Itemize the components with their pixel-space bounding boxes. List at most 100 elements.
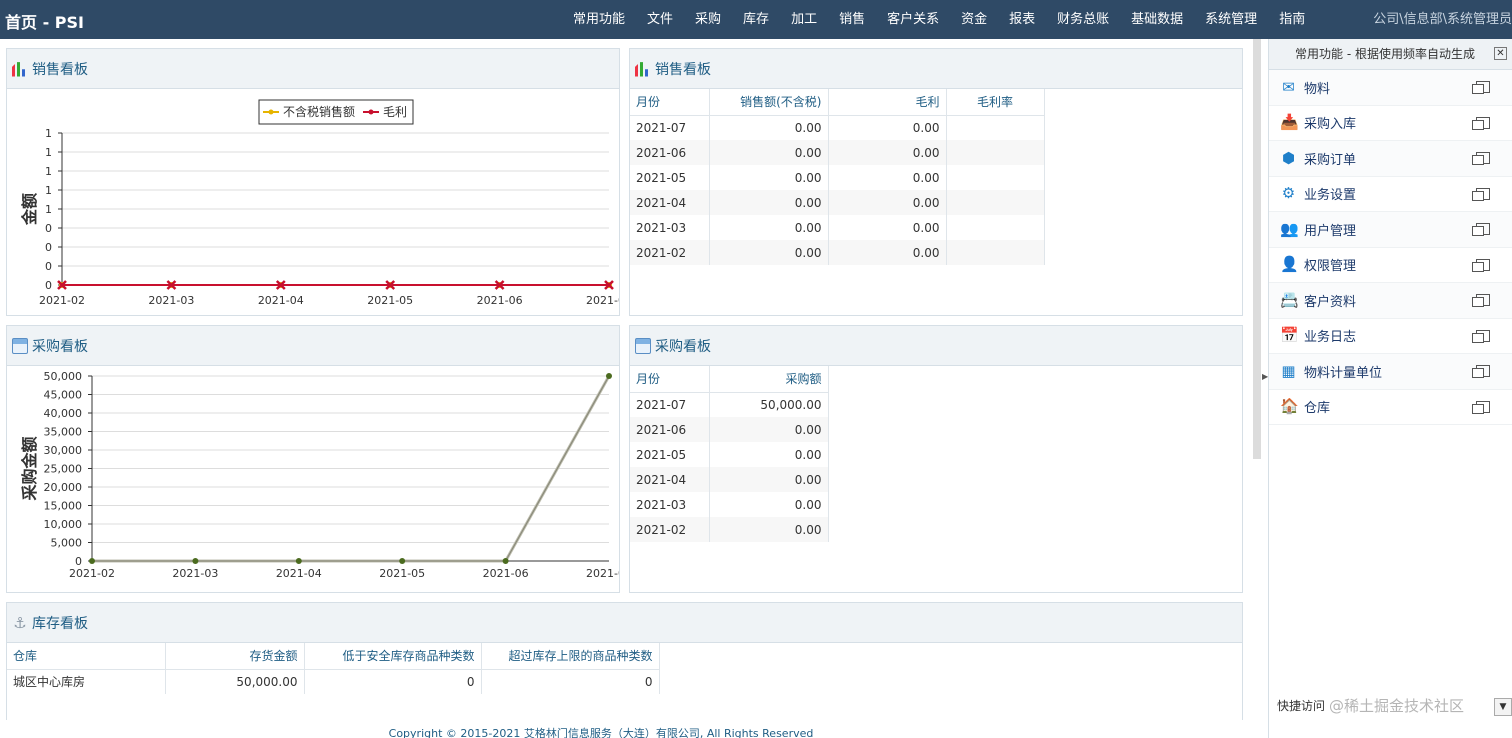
- sidebar-item[interactable]: ⚙ 业务设置: [1269, 177, 1512, 212]
- column-header[interactable]: 毛利: [828, 89, 947, 116]
- table-row[interactable]: 2021-03 0.00: [630, 492, 829, 517]
- quick-access-dropdown[interactable]: ▼: [1494, 698, 1512, 716]
- table-row[interactable]: 2021-02 0.00 0.00: [630, 240, 1045, 265]
- x-tick-label: 2021-03: [172, 567, 218, 580]
- sidebar-item[interactable]: ▦ 物料计量单位: [1269, 354, 1512, 390]
- sidebar-item[interactable]: 📅 业务日志: [1269, 319, 1512, 354]
- open-window-icon[interactable]: [1472, 81, 1490, 94]
- envelope-icon: ✉: [1282, 77, 1295, 96]
- sidebar-item[interactable]: 📇 客户资料: [1269, 283, 1512, 319]
- x-tick-label: 2021-07: [586, 567, 619, 580]
- table-row[interactable]: 2021-06 0.00: [630, 417, 829, 442]
- frequent-functions-sidebar: 常用功能 - 根据使用频率自动生成 ✕ ✉ 物料 📥 采购入库 ⬢ 采购订单 ⚙ 业务设置 👥 用…: [1268, 39, 1512, 738]
- menu-item[interactable]: 指南: [1268, 0, 1316, 39]
- table-row[interactable]: 2021-06 0.00 0.00: [630, 140, 1045, 165]
- panel-title: 销售看板: [32, 61, 88, 78]
- column-header[interactable]: 超过库存上限的商品种类数: [481, 643, 660, 670]
- open-window-icon[interactable]: [1472, 329, 1490, 343]
- menu-item[interactable]: 加工: [780, 0, 828, 39]
- open-window-icon[interactable]: [1472, 116, 1490, 130]
- column-header[interactable]: 采购额: [709, 366, 829, 393]
- y-tick-label: 1: [45, 146, 52, 159]
- table-row[interactable]: 2021-05 0.00: [630, 442, 829, 467]
- x-tick-label: 2021-07: [586, 294, 619, 307]
- table-cell: 0.00: [709, 165, 829, 190]
- legend-label: 不含税销售额: [283, 104, 355, 119]
- sidebar-item[interactable]: ✉ 物料: [1269, 70, 1512, 106]
- panel-header: 销售看板: [630, 49, 1242, 89]
- table-row[interactable]: 2021-07 50,000.00: [630, 392, 829, 417]
- x-tick-label: 2021-05: [379, 567, 425, 580]
- open-window-icon[interactable]: [1472, 365, 1490, 378]
- purchase-line-chart: 05,00010,00015,00020,00025,00030,00035,0…: [20, 370, 619, 580]
- table-cell: [946, 115, 1045, 140]
- menu-item[interactable]: 客户关系: [876, 0, 950, 39]
- table-cell: 2021-07: [630, 115, 710, 140]
- column-header[interactable]: 毛利率: [946, 89, 1045, 116]
- y-tick-label: 0: [45, 241, 52, 254]
- table-cell: 0.00: [709, 190, 829, 215]
- sidebar-item[interactable]: 👤 权限管理: [1269, 248, 1512, 283]
- table-cell: 2021-04: [630, 467, 710, 492]
- table-row[interactable]: 2021-04 0.00 0.00: [630, 190, 1045, 215]
- menu-item[interactable]: 采购: [684, 0, 732, 39]
- menu-item[interactable]: 库存: [732, 0, 780, 39]
- y-tick-label: 15,000: [44, 500, 83, 513]
- open-window-icon[interactable]: [1472, 223, 1490, 236]
- table-cell: [946, 190, 1045, 215]
- table-cell: 2021-05: [630, 165, 710, 190]
- column-header[interactable]: 销售额(不含税): [709, 89, 829, 116]
- sidebar-title: 常用功能 - 根据使用频率自动生成: [1295, 47, 1475, 61]
- table-row[interactable]: 2021-03 0.00 0.00: [630, 215, 1045, 240]
- purchase-table: 月份 采购额 2021-07 50,000.00 2021-06 0.00 2021-05…: [630, 366, 829, 542]
- y-axis-label: 采购金额: [20, 436, 39, 501]
- menu-item[interactable]: 文件: [636, 0, 684, 39]
- x-tick-label: 2021-04: [276, 567, 322, 580]
- table-row[interactable]: 2021-02 0.00: [630, 517, 829, 542]
- table-cell: 0.00: [709, 467, 829, 492]
- sidebar-item[interactable]: 📥 采购入库: [1269, 106, 1512, 141]
- menu-item[interactable]: 常用功能: [562, 0, 636, 39]
- column-header[interactable]: 低于安全库存商品种类数: [304, 643, 482, 670]
- x-tick-label: 2021-06: [477, 294, 523, 307]
- close-icon[interactable]: ✕: [1494, 47, 1507, 60]
- menu-item[interactable]: 系统管理: [1194, 0, 1268, 39]
- purchase-table-panel: 采购看板 月份 采购额 2021-07 50,000.00 2021-06 0.00 20…: [629, 325, 1243, 593]
- column-header[interactable]: 存货金额: [165, 643, 305, 670]
- chart-legend: 不含税销售额 毛利: [258, 99, 414, 125]
- data-point: [192, 558, 199, 564]
- y-tick-label: 0: [45, 279, 52, 292]
- open-window-icon[interactable]: [1472, 258, 1490, 272]
- sales-table: 月份 销售额(不含税) 毛利 毛利率 2021-07 0.00 0.00 2021-06 0.…: [630, 89, 1045, 265]
- open-window-icon[interactable]: [1472, 400, 1490, 414]
- column-header[interactable]: 月份: [630, 366, 710, 393]
- menu-item[interactable]: 基础数据: [1120, 0, 1194, 39]
- panel-header: ⚓ 库存看板: [7, 603, 1242, 643]
- menu-item[interactable]: 资金: [950, 0, 998, 39]
- column-header[interactable]: 仓库: [7, 643, 166, 670]
- sidebar-item[interactable]: ⬢ 采购订单: [1269, 141, 1512, 177]
- column-header[interactable]: 月份: [630, 89, 710, 116]
- table-cell: 2021-02: [630, 240, 710, 265]
- y-tick-label: 10,000: [44, 518, 83, 531]
- sidebar-item[interactable]: 🏠 仓库: [1269, 390, 1512, 425]
- menu-item[interactable]: 财务总账: [1046, 0, 1120, 39]
- menu-item[interactable]: 销售: [828, 0, 876, 39]
- sidebar-item[interactable]: 👥 用户管理: [1269, 212, 1512, 248]
- sidebar-item-label: 采购订单: [1304, 152, 1357, 168]
- table-row[interactable]: 2021-07 0.00 0.00: [630, 115, 1045, 140]
- sidebar-item-label: 权限管理: [1304, 259, 1357, 275]
- user-key-icon: 👤: [1280, 255, 1299, 274]
- table-cell: [946, 165, 1045, 190]
- table-row[interactable]: 城区中心库房 50,000.00 0 0: [7, 669, 660, 694]
- menu-item[interactable]: 报表: [998, 0, 1046, 39]
- table-row[interactable]: 2021-05 0.00 0.00: [630, 165, 1045, 190]
- bar-chart-icon: [12, 62, 25, 77]
- main-scrollbar[interactable]: [1253, 39, 1261, 459]
- current-user[interactable]: 公司\信息部\系统管理员: [1373, 0, 1512, 40]
- table-row[interactable]: 2021-04 0.00: [630, 467, 829, 492]
- main-menu: 常用功能 文件 采购 库存 加工 销售 客户关系 资金 报表 财务总账 基础数据 系统管理 指南: [562, 0, 1316, 39]
- open-window-icon[interactable]: [1472, 294, 1490, 307]
- open-window-icon[interactable]: [1472, 187, 1490, 201]
- open-window-icon[interactable]: [1472, 152, 1490, 165]
